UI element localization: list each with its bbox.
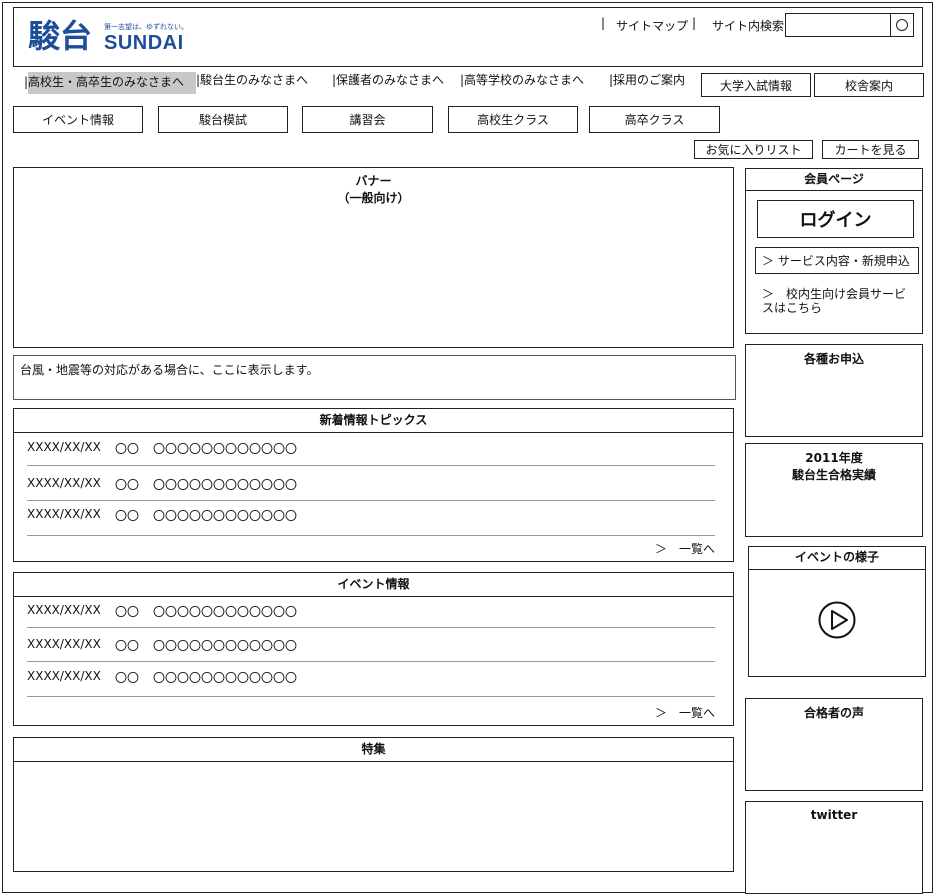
news-date: XXXX/XX/XX xyxy=(27,507,101,521)
twitter-panel[interactable]: twitter xyxy=(745,801,923,894)
events-more-link[interactable]: ＞ 一覧へ xyxy=(655,704,715,721)
favorites-list-button[interactable]: お気に入りリスト xyxy=(694,140,813,159)
banner-title: バナー xyxy=(355,174,392,188)
category-seminar-button[interactable]: 講習会 xyxy=(302,106,433,133)
event-text: 〇〇〇〇〇〇〇〇〇〇〇〇 xyxy=(153,639,298,653)
news-divider xyxy=(27,500,715,501)
event-category: 〇〇 xyxy=(115,671,140,685)
nav-item-students-label: 高校生・高卒生のみなさまへ xyxy=(28,72,197,94)
emergency-notice-text: 台風・地震等の対応がある場合に、ここに表示します。 xyxy=(20,363,319,377)
nav-item-students[interactable]: |高校生・高卒生のみなさまへ xyxy=(24,72,197,94)
play-icon xyxy=(818,601,856,639)
nav-item-high-schools[interactable]: |高等学校のみなさまへ xyxy=(460,72,584,94)
nav-item-parents[interactable]: |保護者のみなさまへ xyxy=(332,72,444,94)
news-more-link[interactable]: ＞ 一覧へ xyxy=(655,540,715,557)
service-signup-link[interactable]: ＞ サービス内容・新規申込 xyxy=(755,247,919,274)
category-events-button[interactable]: イベント情報 xyxy=(13,106,143,133)
nav-item-sundai-students[interactable]: |駿台生のみなさまへ xyxy=(196,72,308,94)
news-divider xyxy=(27,465,715,466)
event-text: 〇〇〇〇〇〇〇〇〇〇〇〇 xyxy=(153,671,298,685)
news-topics-panel: 新着情報トピックス XXXX/XX/XX 〇〇 〇〇〇〇〇〇〇〇〇〇〇〇 XXXX/… xyxy=(13,408,734,562)
news-date: XXXX/XX/XX xyxy=(27,440,101,454)
event-divider xyxy=(27,661,715,662)
feature-title: 特集 xyxy=(14,738,733,762)
event-row[interactable]: XXXX/XX/XX 〇〇 〇〇〇〇〇〇〇〇〇〇〇〇 xyxy=(27,669,715,686)
results-panel[interactable]: 2011年度 駿台生合格実績 xyxy=(745,443,923,537)
logo-latin: SUNDAI xyxy=(104,32,184,54)
voices-panel[interactable]: 合格者の声 xyxy=(745,698,923,791)
member-panel: 会員ページ ログイン ＞ サービス内容・新規申込 ＞ 校内生向け会員サービスはこ… xyxy=(745,168,923,334)
site-search-button[interactable] xyxy=(890,13,914,37)
event-text: 〇〇〇〇〇〇〇〇〇〇〇〇 xyxy=(153,605,298,619)
results-title-year: 2011年度 xyxy=(805,451,863,465)
news-row[interactable]: XXXX/XX/XX 〇〇 〇〇〇〇〇〇〇〇〇〇〇〇 xyxy=(27,440,715,457)
news-divider xyxy=(27,535,715,536)
banner[interactable]: バナー （一般向け） xyxy=(13,167,734,348)
feature-panel: 特集 xyxy=(13,737,734,872)
news-row[interactable]: XXXX/XX/XX 〇〇 〇〇〇〇〇〇〇〇〇〇〇〇 xyxy=(27,507,715,524)
news-row[interactable]: XXXX/XX/XX 〇〇 〇〇〇〇〇〇〇〇〇〇〇〇 xyxy=(27,476,715,493)
news-text: 〇〇〇〇〇〇〇〇〇〇〇〇 xyxy=(153,442,298,456)
nav-item-recruit-label: 採用のご案内 xyxy=(613,73,686,87)
applications-title: 各種お申込 xyxy=(803,352,864,366)
nav-item-high-schools-label: 高等学校のみなさまへ xyxy=(464,73,585,87)
sitemap-separator-left: | xyxy=(601,16,606,30)
emergency-notice: 台風・地震等の対応がある場合に、ここに表示します。 xyxy=(13,355,736,400)
site-search-input[interactable] xyxy=(785,13,891,37)
event-category: 〇〇 xyxy=(115,605,140,619)
banner-subtitle: （一般向け） xyxy=(337,191,410,205)
header: 駿台 第一志望は、ゆずれない。 SUNDAI | サイトマップ | サイト内検索 xyxy=(13,7,923,67)
news-topics-title: 新着情報トピックス xyxy=(14,409,733,433)
category-mock-exam-button[interactable]: 駿台模試 xyxy=(158,106,288,133)
member-title: 会員ページ xyxy=(746,169,922,191)
campus-guide-button[interactable]: 校舎案内 xyxy=(814,73,924,97)
sitemap-link[interactable]: サイトマップ xyxy=(616,17,688,34)
results-title-main: 駿台生合格実績 xyxy=(791,468,876,482)
view-cart-button[interactable]: カートを見る xyxy=(822,140,919,159)
login-button[interactable]: ログイン xyxy=(757,200,914,238)
events-title: イベント情報 xyxy=(14,573,733,597)
logo-kanji: 駿台 xyxy=(28,17,93,55)
event-row[interactable]: XXXX/XX/XX 〇〇 〇〇〇〇〇〇〇〇〇〇〇〇 xyxy=(27,603,715,620)
logo-tagline: 第一志望は、ゆずれない。 xyxy=(104,23,188,31)
category-highschool-class-button[interactable]: 高校生クラス xyxy=(448,106,578,133)
event-row[interactable]: XXXX/XX/XX 〇〇 〇〇〇〇〇〇〇〇〇〇〇〇 xyxy=(27,637,715,654)
news-text: 〇〇〇〇〇〇〇〇〇〇〇〇 xyxy=(153,509,298,523)
news-category: 〇〇 xyxy=(115,442,140,456)
event-date: XXXX/XX/XX xyxy=(27,669,101,683)
event-scene-title: イベントの様子 xyxy=(749,547,925,570)
news-text: 〇〇〇〇〇〇〇〇〇〇〇〇 xyxy=(153,478,298,492)
applications-panel[interactable]: 各種お申込 xyxy=(745,344,923,437)
internal-member-link[interactable]: ＞ 校内生向け会員サービスはこちら xyxy=(762,287,912,315)
event-date: XXXX/XX/XX xyxy=(27,637,101,651)
nav-item-parents-label: 保護者のみなさまへ xyxy=(336,73,445,87)
logo[interactable]: 駿台 第一志望は、ゆずれない。 SUNDAI xyxy=(28,18,198,58)
news-category: 〇〇 xyxy=(115,478,140,492)
nav-item-sundai-students-label: 駿台生のみなさまへ xyxy=(200,73,309,87)
news-category: 〇〇 xyxy=(115,509,140,523)
event-divider xyxy=(27,696,715,697)
event-category: 〇〇 xyxy=(115,639,140,653)
events-panel: イベント情報 XXXX/XX/XX 〇〇 〇〇〇〇〇〇〇〇〇〇〇〇 XXXX/XX/… xyxy=(13,572,734,726)
nav-item-recruit[interactable]: |採用のご案内 xyxy=(609,72,685,94)
voices-title: 合格者の声 xyxy=(803,706,864,720)
event-date: XXXX/XX/XX xyxy=(27,603,101,617)
site-search-label: サイト内検索 xyxy=(712,19,785,33)
search-icon xyxy=(896,19,908,31)
twitter-title: twitter xyxy=(810,808,858,822)
play-button[interactable] xyxy=(818,601,856,639)
sitemap-separator-right: | xyxy=(692,16,697,30)
category-graduate-class-button[interactable]: 高卒クラス xyxy=(589,106,720,133)
university-exam-info-button[interactable]: 大学入試情報 xyxy=(701,73,811,97)
event-divider xyxy=(27,627,715,628)
event-scene-panel: イベントの様子 xyxy=(748,546,926,677)
news-date: XXXX/XX/XX xyxy=(27,476,101,490)
